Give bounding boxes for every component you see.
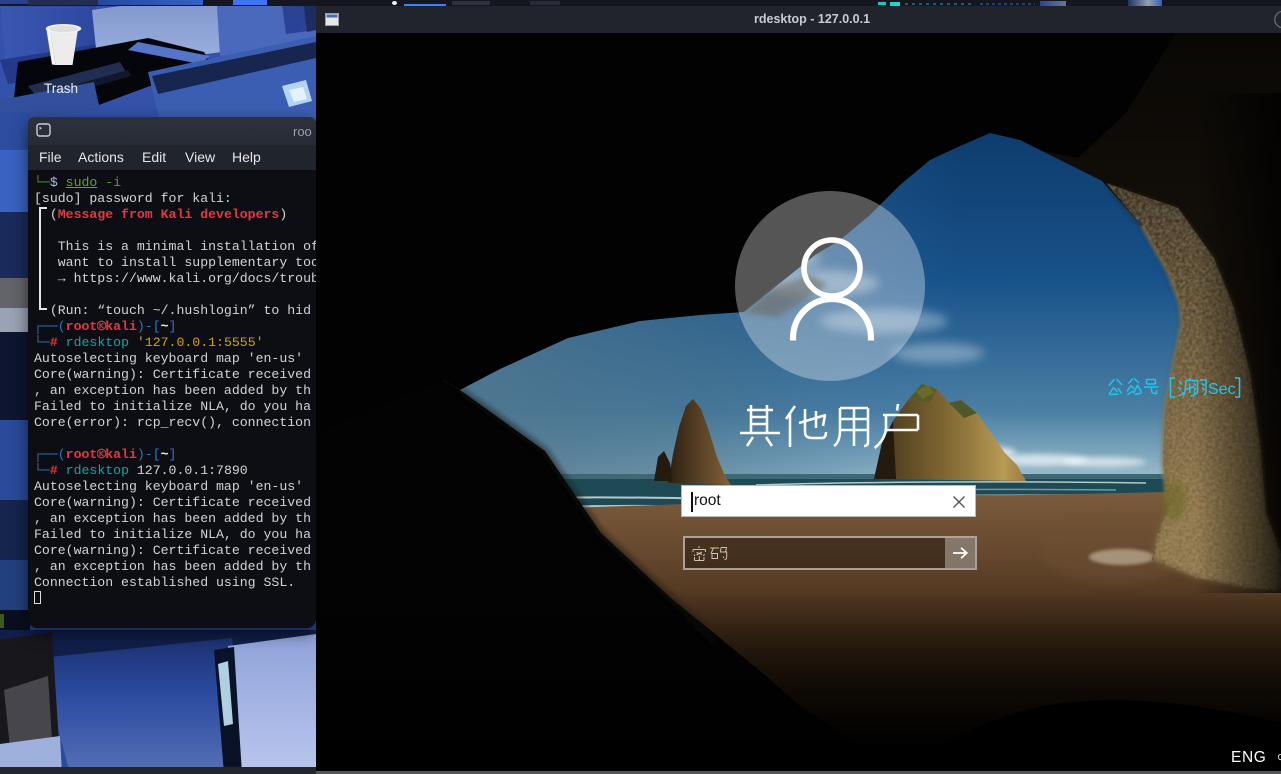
svg-text:Trash: Trash [44, 81, 78, 96]
svg-text:Sec: Sec [1208, 381, 1236, 398]
